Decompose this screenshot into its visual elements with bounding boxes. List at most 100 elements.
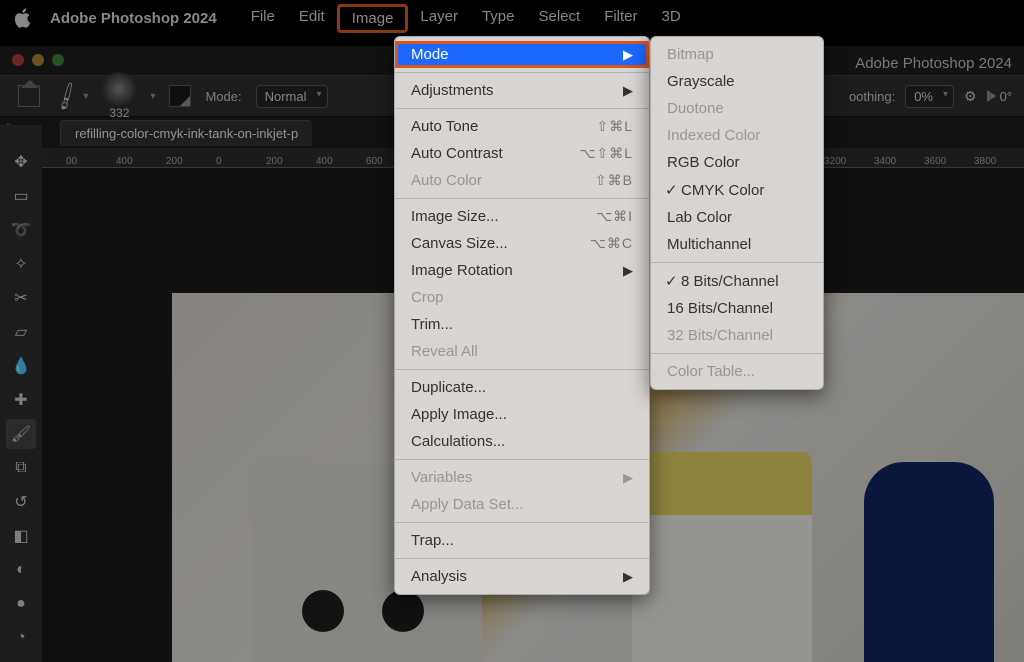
chevron-down-icon[interactable]: ▾ [150,91,155,102]
ruler-tick: 200 [166,156,216,167]
brush-icon: 🖌 [11,424,31,444]
image-menu-item-auto-contrast[interactable]: Auto Contrast⌥⇧⌘L [395,140,649,167]
tool-blur[interactable]: ● [6,589,36,619]
tool-frame[interactable]: ▱ [6,317,36,347]
gear-icon[interactable]: ⚙ [964,88,977,105]
tool-brush[interactable]: 🖌 [6,419,36,449]
tool-history[interactable]: ↺ [6,487,36,517]
blend-mode-dropdown[interactable]: Normal [256,85,328,108]
ruler-tick: 400 [116,156,166,167]
image-menu-item-image-rotation[interactable]: Image Rotation▶ [395,257,649,284]
chevron-right-icon: ▶ [623,263,633,279]
image-menu-item-separator [395,72,649,73]
ruler-tick: 3200 [824,156,874,167]
lasso-icon: ➰ [11,220,31,240]
marquee-icon: ▭ [13,186,28,206]
menubar-item-select[interactable]: Select [526,4,592,33]
tool-stamp[interactable]: ⧉ [6,453,36,483]
history-icon: ↺ [14,492,27,512]
image-menu-item-separator [395,459,649,460]
ruler-tick: 3600 [924,156,974,167]
menubar-item-file[interactable]: File [239,4,287,33]
menubar-item-3d[interactable]: 3D [650,4,693,33]
image-menu-item-crop: Crop [395,284,649,311]
mode-submenu-item-separator [651,353,823,354]
image-menu-item-analysis[interactable]: Analysis▶ [395,563,649,590]
image-menu-item-trap[interactable]: Trap... [395,527,649,554]
image-menu-item-apply-image[interactable]: Apply Image... [395,401,649,428]
ruler-tick: 200 [266,156,316,167]
image-menu-item-canvas-size[interactable]: Canvas Size...⌥⌘C [395,230,649,257]
frame-icon: ▱ [15,322,27,342]
angle-icon [987,90,996,102]
mode-submenu-item-bitmap: Bitmap [651,41,823,68]
brush-angle[interactable]: 0° [987,89,1012,104]
ruler-tick: 0 [216,156,266,167]
chevron-right-icon: ▶ [623,83,633,99]
window-traffic-lights[interactable] [12,54,64,66]
tool-eraser[interactable]: ◧ [6,521,36,551]
blend-swatch[interactable] [169,85,191,107]
mode-submenu-item-16-bits-channel[interactable]: 16 Bits/Channel [651,295,823,322]
menubar-item-edit[interactable]: Edit [287,4,337,33]
mode-submenu-item-rgb-color[interactable]: RGB Color [651,149,823,176]
smoothing-label: oothing: [849,89,895,104]
tool-gradient[interactable]: ◐ [6,555,36,585]
document-tab[interactable]: refilling-color-cmyk-ink-tank-on-inkjet-… [60,120,312,146]
tool-lasso[interactable]: ➰ [6,215,36,245]
chevron-right-icon: ▶ [623,470,633,486]
image-menu-item-separator [395,522,649,523]
image-menu-item-image-size[interactable]: Image Size...⌥⌘I [395,203,649,230]
shortcut-label: ⇧⌘L [596,118,633,135]
image-menu-item-trim[interactable]: Trim... [395,311,649,338]
mode-submenu-item-cmyk-color[interactable]: ✓CMYK Color [651,176,823,204]
menubar-item-type[interactable]: Type [470,4,527,33]
image-menu-item-mode[interactable]: Mode▶ [395,41,649,68]
image-menu-item-auto-tone[interactable]: Auto Tone⇧⌘L [395,113,649,140]
check-icon: ✓ [665,181,679,199]
menubar-item-layer[interactable]: Layer [408,4,470,33]
tool-dodge[interactable]: ◔ [6,623,36,653]
eraser-icon: ◧ [13,526,28,546]
image-menu-item-separator [395,558,649,559]
minimize-window-icon[interactable] [32,54,44,66]
menubar-item-filter[interactable]: Filter [592,4,649,33]
shortcut-label: ⌥⌘C [590,235,633,252]
tool-marquee[interactable]: ▭ [6,181,36,211]
tool-move[interactable]: ✥ [6,147,36,177]
chevron-right-icon: ▶ [623,569,633,585]
mode-label: Mode: [205,89,241,104]
mode-submenu-item-duotone: Duotone [651,95,823,122]
menubar-item-image[interactable]: Image [337,4,409,33]
mode-submenu-item-lab-color[interactable]: Lab Color [651,204,823,231]
mode-submenu-item-multichannel[interactable]: Multichannel [651,231,823,258]
tool-wand[interactable]: ✧ [6,249,36,279]
close-window-icon[interactable] [12,54,24,66]
window-title: Adobe Photoshop 2024 [855,55,1012,72]
eyedropper-icon: 💧 [11,356,31,376]
tool-eyedropper[interactable]: 💧 [6,351,36,381]
image-menu-item-duplicate[interactable]: Duplicate... [395,374,649,401]
smoothing-dropdown[interactable]: 0% [905,85,954,108]
mode-submenu-item-8-bits-channel[interactable]: ✓8 Bits/Channel [651,267,823,295]
image-menu-item-adjustments[interactable]: Adjustments▶ [395,77,649,104]
chevron-down-icon[interactable]: ▾ [83,91,88,102]
shortcut-label: ⇧⌘B [595,172,633,189]
tool-crop[interactable]: ✂ [6,283,36,313]
image-menu-item-auto-color: Auto Color⇧⌘B [395,167,649,194]
image-menu-item-variables: Variables▶ [395,464,649,491]
zoom-window-icon[interactable] [52,54,64,66]
brush-preview[interactable] [102,72,136,106]
image-menu-item-separator [395,369,649,370]
image-menu-item-calculations[interactable]: Calculations... [395,428,649,455]
blur-icon: ● [16,595,26,613]
tool-heal[interactable]: ✚ [6,385,36,415]
brush-tool-icon[interactable]: 🖌 [49,79,83,113]
image-menu-item-apply-data-set: Apply Data Set... [395,491,649,518]
home-icon[interactable] [18,85,40,107]
mode-submenu-item-indexed-color: Indexed Color [651,122,823,149]
ruler-tick: 3800 [974,156,1024,167]
crop-icon: ✂ [14,288,27,308]
mode-submenu-item-grayscale[interactable]: Grayscale [651,68,823,95]
image-menu-item-reveal-all: Reveal All [395,338,649,365]
